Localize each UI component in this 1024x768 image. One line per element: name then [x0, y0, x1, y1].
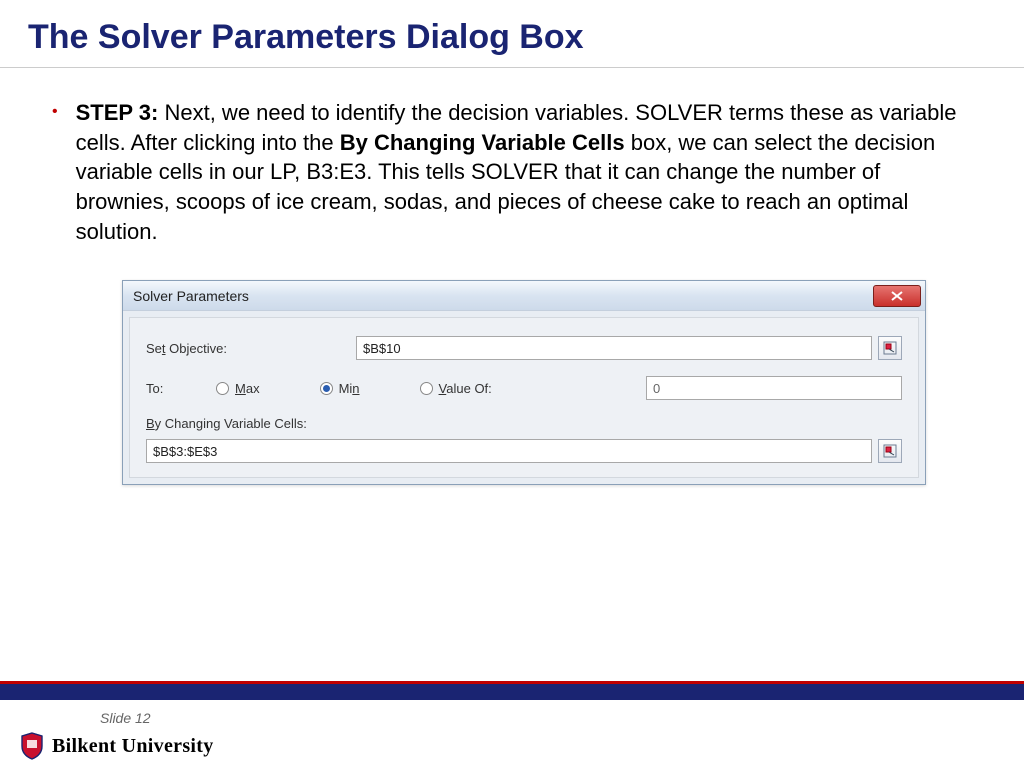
slide-title: The Solver Parameters Dialog Box	[0, 0, 1024, 67]
radio-max[interactable]: Max	[216, 381, 260, 396]
radio-min-label: Min	[339, 381, 360, 396]
radio-min-dot	[320, 382, 333, 395]
bullet-marker: •	[48, 98, 76, 126]
range-picker-icon	[883, 341, 897, 355]
range-picker-icon	[883, 444, 897, 458]
by-changing-input[interactable]: $B$3:$E$3	[146, 439, 872, 463]
radio-max-label: Max	[235, 381, 260, 396]
set-objective-row: Set Objective: $B$10	[146, 336, 902, 360]
set-objective-label: Set Objective:	[146, 341, 356, 356]
bullet-text: STEP 3: Next, we need to identify the de…	[76, 98, 976, 246]
solver-dialog: Solver Parameters Set Objective: $B$10 T…	[122, 280, 926, 485]
range-picker-button[interactable]	[878, 336, 902, 360]
footer-bar	[0, 684, 1024, 700]
radio-valueof-label: Value Of:	[439, 381, 492, 396]
to-radio-group: Max Min Value Of:	[216, 381, 616, 396]
to-row: To: Max Min Value Of:	[146, 376, 902, 400]
by-changing-row: $B$3:$E$3	[146, 439, 902, 463]
dialog-titlebar: Solver Parameters	[123, 281, 925, 311]
university-name: Bilkent University	[52, 735, 214, 758]
radio-valueof[interactable]: Value Of:	[420, 381, 492, 396]
slide-number: Slide 12	[0, 700, 1024, 726]
shield-icon	[20, 732, 44, 760]
slide-footer: Slide 12 Bilkent University	[0, 681, 1024, 768]
radio-valueof-dot	[420, 382, 433, 395]
step-label: STEP 3:	[76, 100, 159, 125]
by-changing-label: By Changing Variable Cells:	[146, 416, 902, 431]
close-icon	[891, 291, 903, 301]
value-of-input[interactable]: 0	[646, 376, 902, 400]
dialog-body: Set Objective: $B$10 To: Max	[129, 317, 919, 478]
radio-max-dot	[216, 382, 229, 395]
radio-min[interactable]: Min	[320, 381, 360, 396]
content-area: • STEP 3: Next, we need to identify the …	[0, 68, 1024, 485]
bullet-item: • STEP 3: Next, we need to identify the …	[48, 98, 976, 246]
range-picker-button-2[interactable]	[878, 439, 902, 463]
bullet-bold: By Changing Variable Cells	[340, 130, 625, 155]
dialog-title: Solver Parameters	[133, 288, 249, 304]
university-brand: Bilkent University	[0, 726, 1024, 768]
to-label: To:	[146, 381, 216, 396]
close-button[interactable]	[873, 285, 921, 307]
set-objective-input[interactable]: $B$10	[356, 336, 872, 360]
